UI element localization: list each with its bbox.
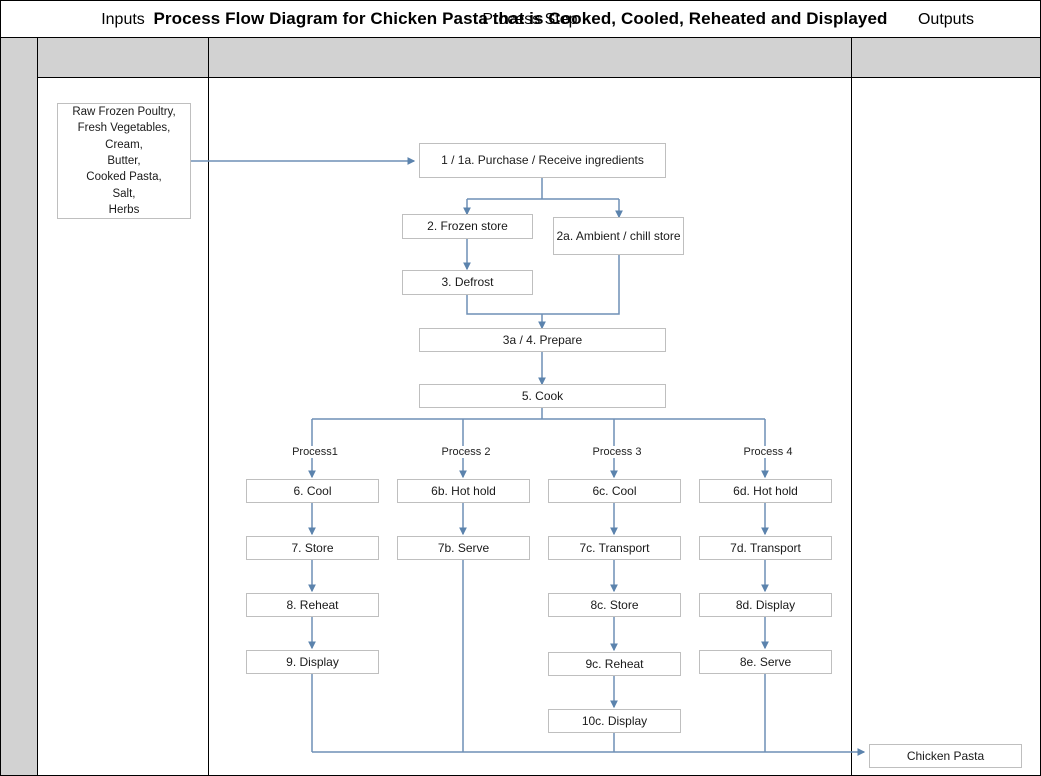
output-chicken-pasta-box: Chicken Pasta [869, 744, 1022, 768]
step-p1-display: 9. Display [246, 650, 379, 674]
step-defrost: 3. Defrost [402, 270, 533, 295]
column-header-process: Process Step [482, 10, 578, 28]
step-p1-store: 7. Store [246, 536, 379, 560]
inputs-ingredients-box: Raw Frozen Poultry, Fresh Vegetables, Cr… [57, 103, 191, 219]
input-line: Herbs [108, 203, 140, 216]
input-line: Cream, [105, 138, 143, 151]
input-line: Fresh Vegetables, [77, 122, 171, 135]
step-p3-store: 8c. Store [548, 593, 681, 617]
step-p2-serve: 7b. Serve [397, 536, 530, 560]
step-p4-serve: 8e. Serve [699, 650, 832, 674]
step-p4-display: 8d. Display [699, 593, 832, 617]
step-p4-transport: 7d. Transport [699, 536, 832, 560]
step-p4-hot-hold: 6d. Hot hold [699, 479, 832, 503]
step-p1-cool: 6. Cool [246, 479, 379, 503]
step-purchase-receive: 1 / 1a. Purchase / Receive ingredients [419, 143, 666, 178]
step-p2-hot-hold: 6b. Hot hold [397, 479, 530, 503]
step-p3-transport: 7c. Transport [548, 536, 681, 560]
branch-label-process1: Process1 [257, 446, 373, 458]
divider-process-outputs [851, 38, 852, 775]
step-prepare: 3a / 4. Prepare [419, 328, 666, 352]
step-p3-cool: 6c. Cool [548, 479, 681, 503]
column-header-inputs: Inputs [101, 10, 145, 28]
branch-label-process3: Process 3 [559, 446, 675, 458]
input-line: Butter, [107, 154, 141, 167]
step-p1-reheat: 8. Reheat [246, 593, 379, 617]
input-line: Raw Frozen Poultry, [72, 105, 176, 118]
process-flow-diagram-page: Process Flow Diagram for Chicken Pasta t… [0, 0, 1041, 776]
divider-inputs-process [208, 38, 209, 775]
step-ambient-chill-store: 2a. Ambient / chill store [553, 217, 684, 255]
column-header-band [38, 38, 1040, 78]
step-p3-display: 10c. Display [548, 709, 681, 733]
input-line: Salt, [112, 187, 136, 200]
input-line: Cooked Pasta, [86, 171, 162, 184]
left-gutter [1, 38, 38, 775]
step-frozen-store: 2. Frozen store [402, 214, 533, 239]
step-p3-reheat: 9c. Reheat [548, 652, 681, 676]
column-header-outputs: Outputs [917, 10, 975, 28]
step-cook: 5. Cook [419, 384, 666, 408]
branch-label-process2: Process 2 [408, 446, 524, 458]
branch-label-process4: Process 4 [710, 446, 826, 458]
